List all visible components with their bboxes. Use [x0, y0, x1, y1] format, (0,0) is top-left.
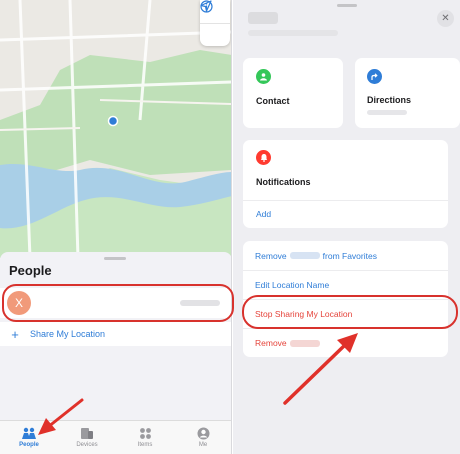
- notifications-title: Notifications: [256, 177, 311, 187]
- remove-prefix: Remove: [255, 338, 287, 348]
- find-my-people-screen: People X + Share My Location People Devi…: [0, 0, 232, 454]
- location-arrow-icon: [200, 0, 212, 12]
- sheet-grabber[interactable]: [337, 4, 357, 7]
- person-detail-screen: ✕ Contact Directions Notifications Add R…: [233, 0, 460, 454]
- map-controls: [200, 0, 230, 46]
- people-icon: [22, 427, 36, 439]
- blurred-name: [289, 252, 320, 259]
- contact-label: Contact: [256, 96, 290, 106]
- contact-icon: [256, 69, 271, 84]
- directions-card[interactable]: Directions: [355, 58, 460, 128]
- bell-icon: [256, 150, 271, 165]
- add-notification-button[interactable]: Add: [256, 209, 271, 219]
- share-my-location-label: Share My Location: [30, 329, 106, 339]
- remove-favorites-suffix: from Favorites: [322, 250, 377, 261]
- locate-me-button[interactable]: [200, 0, 230, 46]
- items-icon: [139, 428, 151, 439]
- blurred-address: [248, 30, 338, 36]
- close-icon: ✕: [441, 13, 450, 24]
- tab-devices[interactable]: Devices: [58, 421, 116, 454]
- tab-label: Devices: [76, 442, 98, 448]
- blurred-person-name: [248, 12, 278, 24]
- blurred-travel-time: [367, 110, 407, 115]
- tab-label: Me: [198, 442, 208, 448]
- remove-person-item[interactable]: Remove: [243, 328, 448, 357]
- tab-me[interactable]: Me: [174, 421, 231, 454]
- tab-label: People: [19, 442, 39, 448]
- edit-location-name-label: Edit Location Name: [255, 280, 330, 290]
- people-title: People: [9, 263, 52, 278]
- tab-items[interactable]: Items: [116, 421, 174, 454]
- tab-bar: People Devices Items Me: [0, 420, 231, 454]
- blurred-name: [289, 339, 320, 347]
- bell-glyph-icon: [260, 154, 267, 162]
- remove-from-favorites-item[interactable]: Remove from Favorites: [243, 241, 448, 270]
- turn-arrow-icon: [371, 73, 378, 80]
- me-icon: [197, 427, 209, 440]
- highlight-person-row: [2, 284, 234, 322]
- tab-people[interactable]: People: [0, 421, 58, 454]
- remove-favorites-prefix: Remove: [255, 250, 287, 261]
- directions-icon: [367, 69, 382, 84]
- sheet-grabber[interactable]: [104, 257, 126, 260]
- map-view[interactable]: [0, 0, 231, 258]
- close-button[interactable]: ✕: [437, 10, 454, 27]
- share-my-location-row[interactable]: + Share My Location: [0, 322, 231, 346]
- notifications-card: Notifications Add: [243, 140, 448, 228]
- tab-label: Items: [137, 442, 153, 448]
- person-glyph-icon: [260, 73, 267, 81]
- devices-icon: [81, 428, 93, 439]
- contact-card[interactable]: Contact: [243, 58, 343, 128]
- plus-icon: +: [11, 326, 19, 342]
- map-graphic: [0, 0, 231, 258]
- divider: [243, 200, 448, 201]
- highlight-stop-sharing: [242, 295, 458, 329]
- directions-label: Directions: [367, 95, 412, 105]
